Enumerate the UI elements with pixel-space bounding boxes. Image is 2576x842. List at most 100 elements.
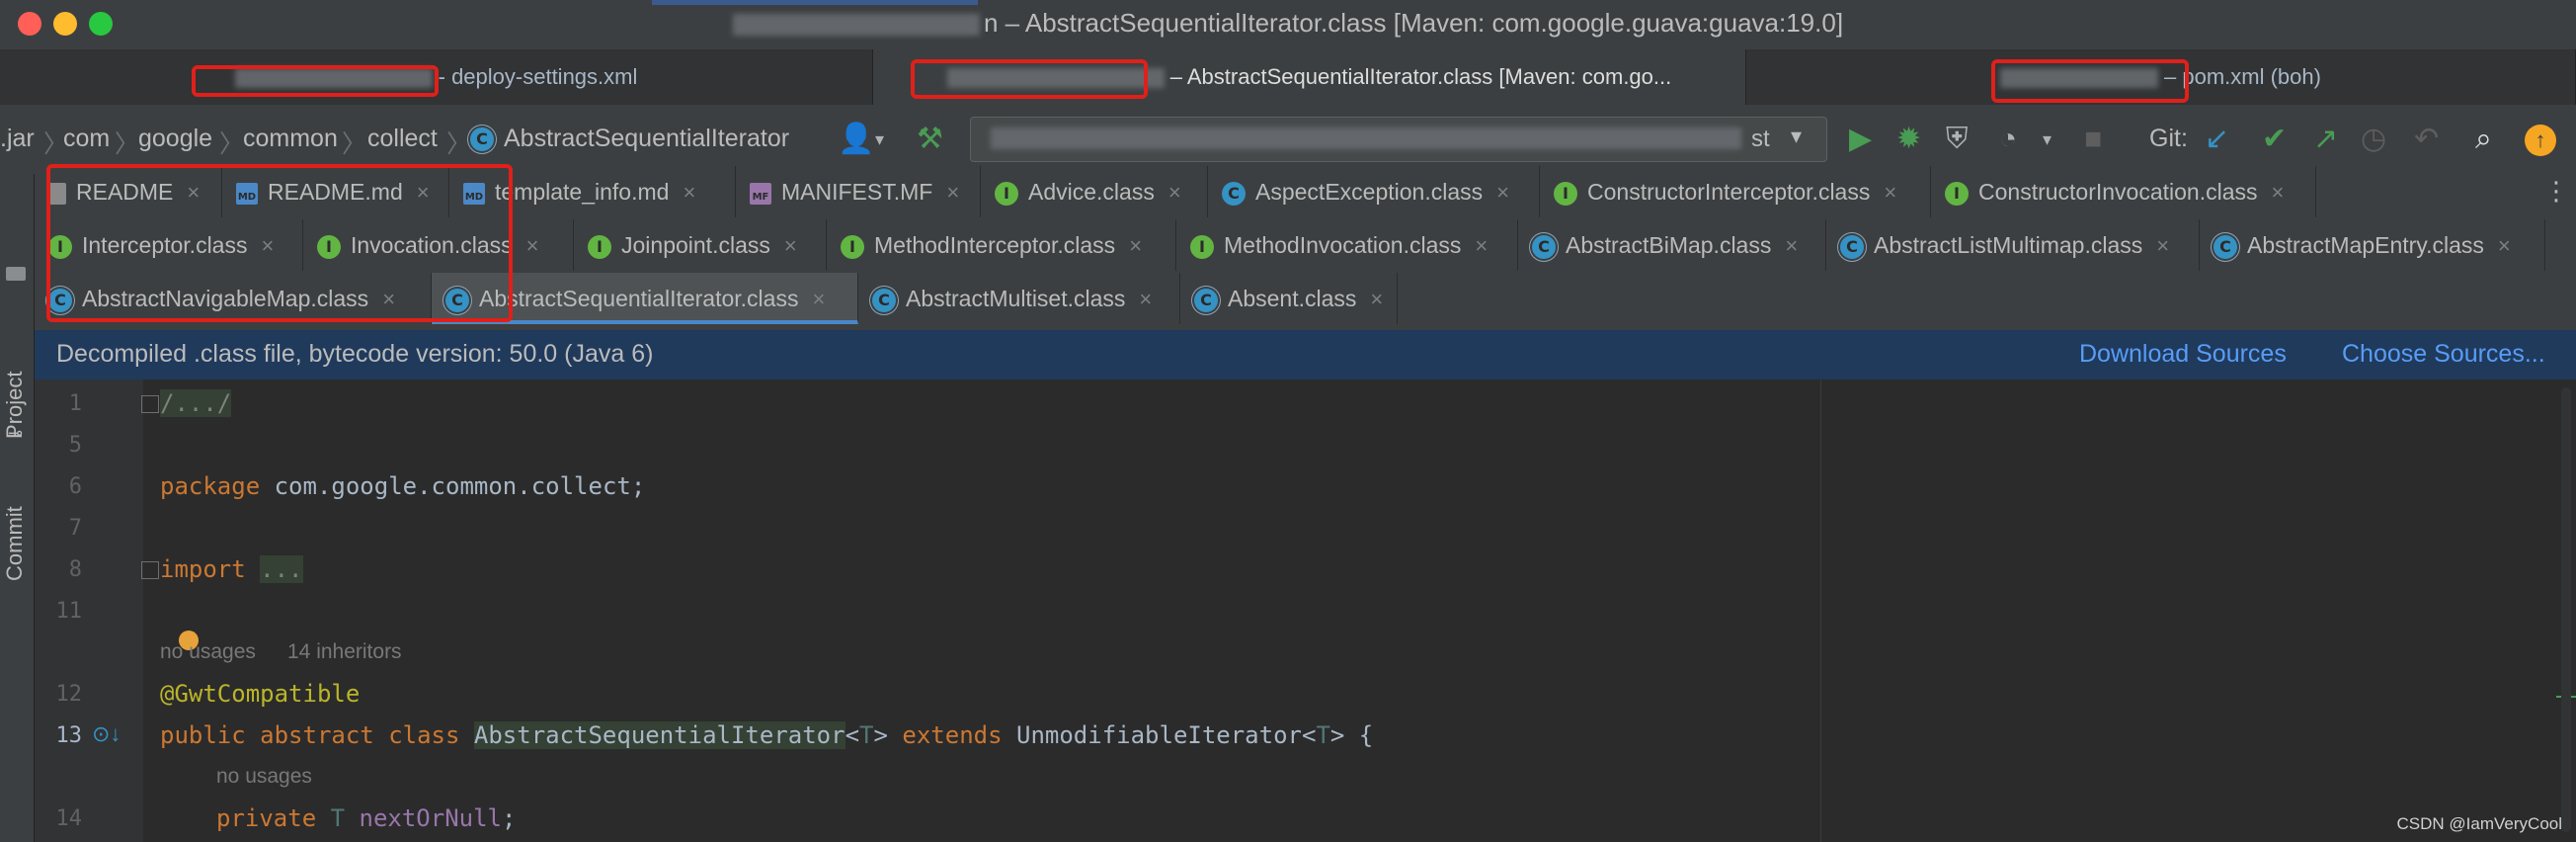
abstract-class-icon: C bbox=[470, 127, 494, 152]
watermark: CSDN @IamVeryCool bbox=[2396, 814, 2562, 833]
title-highlight bbox=[652, 0, 978, 5]
project-window-tabs: - deploy-settings.xml – AbstractSequenti… bbox=[0, 49, 2576, 106]
line-number: 11 bbox=[55, 599, 83, 624]
close-icon[interactable]: × bbox=[784, 233, 797, 258]
close-icon[interactable]: × bbox=[2498, 233, 2511, 258]
close-icon[interactable]: × bbox=[1475, 233, 1488, 258]
choose-sources-link[interactable]: Choose Sources... bbox=[2342, 340, 2545, 369]
banner-message: Decompiled .class file, bytecode version… bbox=[56, 340, 654, 368]
history-icon[interactable]: ◷ bbox=[2361, 123, 2386, 156]
editor-tabs: README × MD README.md × MD template_info.md ×… bbox=[35, 162, 2576, 330]
git-update-icon[interactable]: ↙ bbox=[2205, 123, 2229, 156]
stop-icon[interactable]: ■ bbox=[2084, 123, 2102, 156]
close-icon[interactable]: × bbox=[812, 287, 825, 311]
editor-tab-aspect-exception[interactable]: C AspectException.class × bbox=[1208, 166, 1540, 217]
editor-tab-method-interceptor[interactable]: I MethodInterceptor.class × bbox=[827, 219, 1176, 271]
editor-tab-abstract-map-entry[interactable]: C AbstractMapEntry.class × bbox=[2200, 219, 2545, 271]
left-tool-strip: Project Commit ⊸ bbox=[0, 174, 35, 842]
abstract-class-icon: C bbox=[872, 288, 896, 312]
editor-tab-abstract-multiset[interactable]: C AbstractMultiset.class × bbox=[858, 273, 1180, 324]
close-icon[interactable]: × bbox=[1884, 180, 1896, 205]
update-icon[interactable]: ↑ bbox=[2525, 125, 2556, 156]
folded-header-comment[interactable]: /.../ bbox=[160, 389, 232, 417]
inheritors-hint[interactable]: 14 inheritors bbox=[287, 640, 402, 664]
breadcrumb-class[interactable]: C AbstractSequentialIterator bbox=[470, 125, 789, 153]
close-icon[interactable]: × bbox=[1785, 233, 1798, 258]
close-icon[interactable]: × bbox=[1370, 287, 1383, 311]
download-sources-link[interactable]: Download Sources bbox=[2079, 340, 2287, 369]
window-title: n – AbstractSequentialIterator.class [Ma… bbox=[0, 8, 2576, 39]
highlight-box bbox=[911, 59, 1148, 99]
chevron-down-icon: ▾ bbox=[1791, 124, 1803, 148]
chevron-right-icon: 〉 bbox=[446, 130, 472, 158]
close-icon[interactable]: × bbox=[1129, 233, 1142, 258]
close-icon[interactable]: × bbox=[1139, 287, 1152, 311]
more-tabs-icon[interactable]: ⋮ bbox=[2543, 176, 2569, 207]
usages-hint[interactable]: no usages bbox=[216, 765, 312, 789]
highlight-box bbox=[192, 65, 439, 97]
close-icon[interactable]: × bbox=[526, 233, 539, 258]
folder-icon[interactable] bbox=[6, 267, 26, 281]
title-bar: n – AbstractSequentialIterator.class [Ma… bbox=[0, 0, 2576, 49]
interface-icon: I bbox=[841, 234, 864, 259]
editor-tab-absent[interactable]: C Absent.class × bbox=[1180, 273, 1398, 324]
chevron-down-icon[interactable]: ▾ bbox=[875, 123, 884, 156]
line-number: 13 bbox=[55, 723, 83, 748]
interface-icon: I bbox=[1945, 181, 1969, 206]
breadcrumb-jar[interactable]: .jar bbox=[0, 125, 35, 153]
code-line-package: package com.google.common.collect; bbox=[160, 472, 646, 500]
close-icon[interactable]: × bbox=[1168, 180, 1181, 205]
right-margin-guide bbox=[1820, 379, 1821, 842]
close-icon[interactable]: × bbox=[683, 180, 695, 205]
editor-tab-constructor-invocation[interactable]: I ConstructorInvocation.class × bbox=[1931, 166, 2316, 217]
close-icon[interactable]: × bbox=[1496, 180, 1509, 205]
breadcrumb-com[interactable]: com bbox=[63, 125, 110, 153]
git-label: Git: bbox=[2149, 125, 2188, 152]
rollback-icon[interactable]: ↶ bbox=[2414, 123, 2439, 156]
vertical-scrollbar[interactable] bbox=[2561, 387, 2571, 832]
run-icon[interactable]: ▶ bbox=[1849, 123, 1872, 156]
hammer-icon[interactable]: ⚒ bbox=[917, 123, 943, 156]
chevron-down-icon[interactable]: ▾ bbox=[2043, 123, 2052, 156]
fold-icon[interactable] bbox=[141, 561, 159, 579]
usages-hint[interactable]: no usages bbox=[160, 640, 256, 664]
highlight-box bbox=[1991, 59, 2189, 103]
class-icon: C bbox=[1222, 181, 1246, 206]
manifest-file-icon: MF bbox=[750, 182, 771, 205]
editor-tab-manifest[interactable]: MF MANIFEST.MF × bbox=[736, 166, 981, 217]
breadcrumb-common[interactable]: common bbox=[243, 125, 338, 153]
coverage-icon[interactable]: ⛨ bbox=[1946, 123, 1969, 156]
line-number: 1 bbox=[68, 391, 82, 416]
run-configuration-select[interactable]: st ▾ bbox=[970, 117, 1827, 162]
editor-tab-abstract-bimap[interactable]: C AbstractBiMap.class × bbox=[1518, 219, 1826, 271]
profile-icon[interactable]: ◔ bbox=[1999, 123, 2017, 156]
line-number: 14 bbox=[55, 806, 83, 831]
editor-tab-method-invocation[interactable]: I MethodInvocation.class × bbox=[1176, 219, 1518, 271]
redacted-text bbox=[732, 14, 980, 37]
git-push-icon[interactable]: ↗ bbox=[2313, 123, 2338, 156]
close-icon[interactable]: × bbox=[2156, 233, 2169, 258]
editor-tab-joinpoint[interactable]: I Joinpoint.class × bbox=[574, 219, 827, 271]
close-icon[interactable]: × bbox=[2272, 180, 2285, 205]
debug-icon[interactable]: ✹ bbox=[1896, 123, 1921, 156]
code-editor[interactable]: 1 5 6 7 8 11 12 13 14 ⊙↓ /.../ package c… bbox=[35, 379, 2576, 842]
user-icon[interactable]: 👤 bbox=[838, 123, 874, 156]
interface-icon: I bbox=[1190, 234, 1214, 259]
fold-icon[interactable] bbox=[141, 395, 159, 413]
implementations-gutter-icon[interactable]: ⊙↓ bbox=[92, 721, 121, 747]
editor-tab-advice[interactable]: I Advice.class × bbox=[981, 166, 1208, 217]
breadcrumb-google[interactable]: google bbox=[138, 125, 212, 153]
commit-icon[interactable]: ⊸ bbox=[8, 423, 23, 444]
highlight-box bbox=[46, 164, 513, 322]
search-icon[interactable]: ⌕ bbox=[2475, 123, 2492, 156]
code-line-annotation: @GwtCompatible bbox=[160, 680, 361, 708]
close-icon[interactable]: × bbox=[946, 180, 959, 205]
git-commit-icon[interactable]: ✔ bbox=[2262, 123, 2287, 156]
code-line-import: import ... bbox=[160, 555, 303, 583]
breadcrumb-collect[interactable]: collect bbox=[367, 125, 438, 153]
run-configuration-label: st bbox=[1751, 126, 1770, 152]
commit-tool-button[interactable]: Commit bbox=[2, 506, 28, 581]
editor-tab-abstract-list-multimap[interactable]: C AbstractListMultimap.class × bbox=[1826, 219, 2200, 271]
editor-tab-constructor-interceptor[interactable]: I ConstructorInterceptor.class × bbox=[1540, 166, 1931, 217]
code-line-field: private T nextOrNull; bbox=[216, 804, 517, 832]
